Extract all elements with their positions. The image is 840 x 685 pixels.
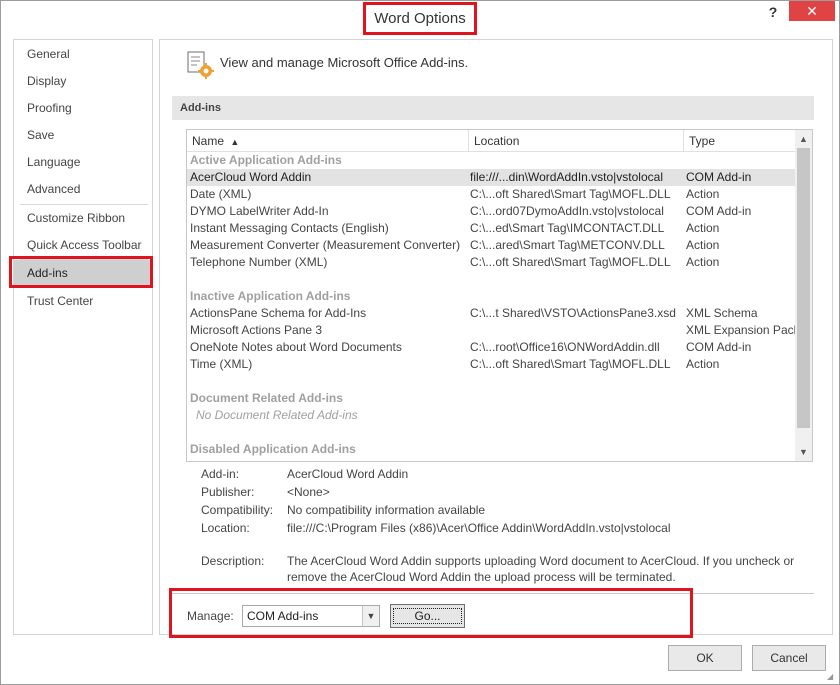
row-type: COM Add-in — [686, 204, 752, 218]
group-header-disabled: Disabled Application Add-ins — [190, 442, 356, 456]
word-options-dialog: Word Options ? ✕ General Display Proofin… — [0, 0, 840, 685]
row-location: C:\...ord07DymoAddIn.vsto|vstolocal — [470, 204, 664, 218]
ok-button[interactable]: OK — [668, 645, 742, 671]
row-type: Action — [686, 238, 720, 252]
group-header-active: Active Application Add-ins — [190, 153, 342, 167]
resize-grip-icon[interactable]: ◢ — [827, 672, 837, 682]
row-name: Microsoft Actions Pane 3 — [190, 323, 323, 337]
row-location: C:\...root\Office16\ONWordAddin.dll — [470, 340, 660, 354]
row-name: Telephone Number (XML) — [190, 255, 328, 269]
group-header-inactive: Inactive Application Add-ins — [190, 289, 351, 303]
scroll-thumb[interactable] — [797, 148, 810, 428]
nav-item-advanced[interactable]: Advanced — [14, 176, 152, 203]
table-row[interactable]: Date (XML) C:\...oft Shared\Smart Tag\MO… — [187, 186, 796, 203]
title-bar: Word Options ? ✕ — [1, 1, 839, 35]
detail-description-label: Description: — [201, 554, 265, 568]
list-scrollbar[interactable]: ▲ ▼ — [795, 130, 812, 461]
row-name: Time (XML) — [190, 357, 253, 371]
go-button-label: Go... — [393, 608, 462, 624]
table-row[interactable]: Telephone Number (XML) C:\...oft Shared\… — [187, 254, 796, 271]
table-row[interactable]: Time (XML) C:\...oft Shared\Smart Tag\MO… — [187, 356, 796, 373]
add-ins-panel: View and manage Microsoft Office Add-ins… — [159, 39, 833, 635]
column-header-location[interactable]: Location — [469, 130, 684, 152]
scroll-down-icon[interactable]: ▼ — [795, 444, 812, 460]
row-type: Action — [686, 357, 720, 371]
detail-addin-label: Add-in: — [201, 467, 240, 481]
column-name-label: Name — [192, 134, 225, 148]
table-row[interactable]: AcerCloud Word Addin file:///...din\Word… — [187, 169, 796, 186]
row-location: C:\...oft Shared\Smart Tag\MOFL.DLL — [470, 255, 671, 269]
row-type: Action — [686, 221, 720, 235]
help-button[interactable]: ? — [763, 3, 783, 21]
detail-location-label: Location: — [201, 521, 250, 535]
empty-list-text: No Document Related Add-ins — [196, 408, 358, 422]
row-name: AcerCloud Word Addin — [190, 170, 312, 184]
row-location: C:\...ed\Smart Tag\IMCONTACT.DLL — [470, 221, 665, 235]
row-location: C:\...t Shared\VSTO\ActionsPane3.xsd — [470, 306, 676, 320]
row-type: COM Add-in — [686, 170, 752, 184]
row-location: file:///...din\WordAddIn.vsto|vstolocal — [470, 170, 663, 184]
row-type: Action — [686, 187, 720, 201]
row-name: Instant Messaging Contacts (English) — [190, 221, 389, 235]
row-name: ActionsPane Schema for Add-Ins — [190, 306, 367, 320]
group-header-document: Document Related Add-ins — [190, 391, 343, 405]
row-type: Action — [686, 255, 720, 269]
row-location: C:\...oft Shared\Smart Tag\MOFL.DLL — [470, 187, 671, 201]
row-name: Measurement Converter (Measurement Conve… — [190, 238, 461, 252]
table-row[interactable]: OneNote Notes about Word Documents C:\..… — [187, 339, 796, 356]
cancel-button[interactable]: Cancel — [752, 645, 826, 671]
nav-item-general[interactable]: General — [14, 41, 152, 68]
table-row[interactable]: Measurement Converter (Measurement Conve… — [187, 237, 796, 254]
nav-item-language[interactable]: Language — [14, 149, 152, 176]
table-row[interactable]: ActionsPane Schema for Add-Ins C:\...t S… — [187, 305, 796, 322]
detail-publisher-value: <None> — [287, 485, 330, 499]
section-header-add-ins: Add-ins — [172, 96, 814, 120]
sort-ascending-icon: ▲ — [230, 137, 240, 147]
close-button[interactable]: ✕ — [789, 1, 835, 21]
manage-select-value: COM Add-ins — [247, 609, 319, 623]
detail-description-value: The AcerCloud Word Addin supports upload… — [287, 554, 795, 584]
row-type: COM Add-in — [686, 340, 752, 354]
nav-item-save[interactable]: Save — [14, 122, 152, 149]
list-header: Name ▲ Location Type — [187, 130, 796, 152]
table-row[interactable]: DYMO LabelWriter Add-In C:\...ord07DymoA… — [187, 203, 796, 220]
go-button[interactable]: Go... — [390, 604, 465, 628]
row-location: C:\...ared\Smart Tag\METCONV.DLL — [470, 238, 665, 252]
column-header-name[interactable]: Name ▲ — [187, 130, 469, 152]
window-title: Word Options — [363, 2, 477, 35]
options-nav: General Display Proofing Save Language A… — [13, 39, 153, 635]
detail-addin-value: AcerCloud Word Addin — [287, 467, 409, 481]
table-row[interactable]: Instant Messaging Contacts (English) C:\… — [187, 220, 796, 237]
table-row[interactable]: Microsoft Actions Pane 3 XML Expansion P… — [187, 322, 796, 339]
nav-item-proofing[interactable]: Proofing — [14, 95, 152, 122]
nav-item-customize-ribbon[interactable]: Customize Ribbon — [14, 205, 152, 232]
row-type: XML Expansion Pack — [686, 323, 796, 337]
column-header-type[interactable]: Type — [684, 130, 796, 152]
nav-item-quick-access-toolbar[interactable]: Quick Access Toolbar — [14, 232, 152, 259]
page-title: View and manage Microsoft Office Add-ins… — [220, 55, 469, 70]
detail-compat-value: No compatibility information available — [287, 503, 486, 517]
add-ins-highlight-box — [9, 256, 153, 288]
add-ins-list[interactable]: Name ▲ Location Type Active Application … — [186, 129, 813, 462]
detail-publisher-label: Publisher: — [201, 485, 255, 499]
scroll-up-icon[interactable]: ▲ — [795, 131, 812, 147]
manage-label: Manage: — [187, 609, 234, 623]
detail-compat-label: Compatibility: — [201, 503, 274, 517]
detail-location-value: file:///C:\Program Files (x86)\Acer\Offi… — [287, 521, 671, 535]
row-location: C:\...oft Shared\Smart Tag\MOFL.DLL — [470, 357, 671, 371]
nav-item-trust-center[interactable]: Trust Center — [14, 288, 152, 315]
chevron-down-icon[interactable]: ▼ — [362, 606, 379, 626]
row-name: DYMO LabelWriter Add-In — [190, 204, 329, 218]
nav-item-display[interactable]: Display — [14, 68, 152, 95]
row-name: Date (XML) — [190, 187, 252, 201]
add-ins-gear-icon — [186, 50, 216, 80]
manage-select[interactable]: COM Add-ins ▼ — [242, 605, 380, 627]
row-name: OneNote Notes about Word Documents — [190, 340, 402, 354]
row-type: XML Schema — [686, 306, 758, 320]
